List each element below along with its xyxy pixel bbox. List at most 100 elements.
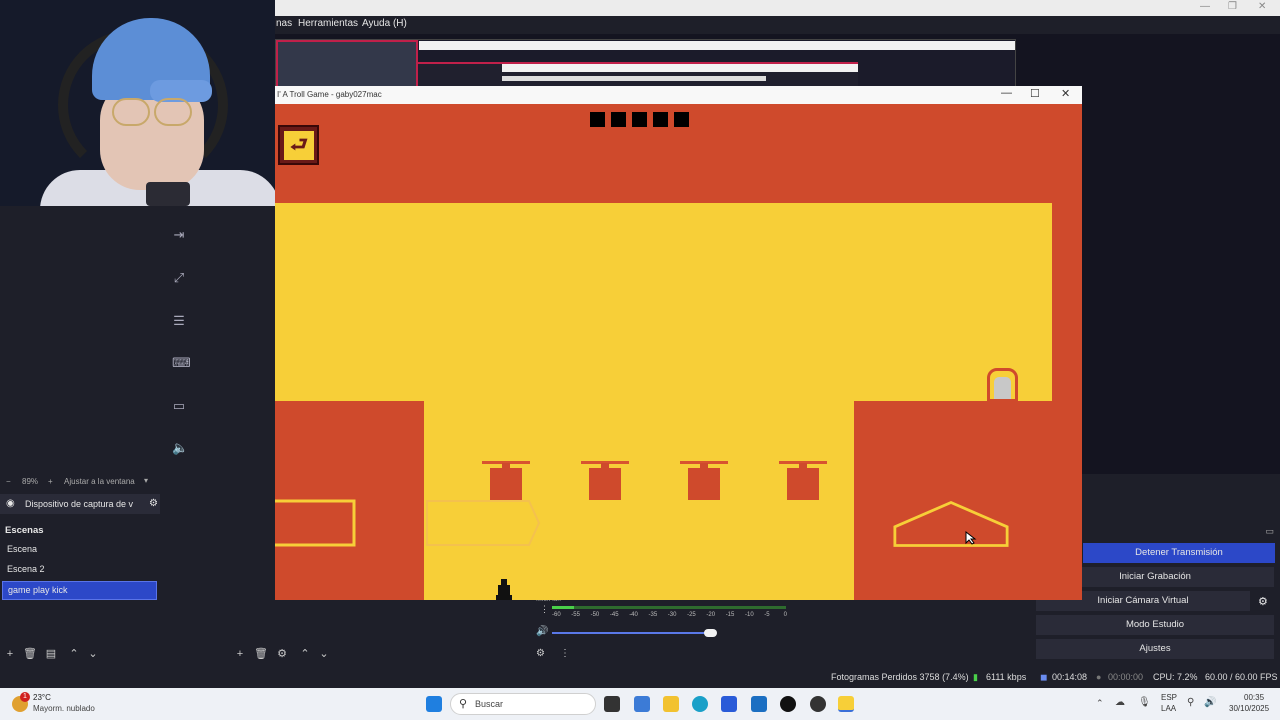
clock-time[interactable]: 00:35 <box>1244 693 1264 702</box>
game-app-icon[interactable] <box>838 696 854 712</box>
meter-tick-label: -20 <box>706 612 716 618</box>
game-canvas[interactable]: ⮐ <box>275 104 1082 600</box>
add-source-icon[interactable]: + <box>234 648 246 660</box>
game-minimize-icon[interactable]: — <box>1001 87 1012 99</box>
scene-item[interactable]: Escena <box>2 541 157 560</box>
signal-icon: ▮ <box>973 672 978 682</box>
obs-icon[interactable] <box>810 696 826 712</box>
mixer-menu-icon[interactable]: ⋮ <box>560 648 570 659</box>
edge-icon[interactable] <box>692 696 708 712</box>
jump-button[interactable] <box>893 499 1009 549</box>
show-hidden-icons-icon[interactable]: ⌃ <box>1096 698 1104 709</box>
meter-tick-label: -30 <box>667 612 677 618</box>
game-window[interactable]: I' A Troll Game - gaby027mac — ☐ ✕ ⮐ <box>275 86 1082 600</box>
scene-item-active[interactable]: game play kick <box>2 581 157 600</box>
lang-bottom[interactable]: LAA <box>1161 704 1176 713</box>
exit-fullscreen-icon[interactable]: ⇥ <box>172 228 186 242</box>
source-settings-icon[interactable]: ⚙ <box>276 648 288 660</box>
expand-icon[interactable]: ⤢ <box>172 271 186 285</box>
settings-button[interactable]: Ajustes <box>1036 639 1274 659</box>
minimize-icon[interactable]: — <box>1200 1 1210 12</box>
zoom-in-icon[interactable]: + <box>48 477 53 486</box>
volume-slider-track[interactable] <box>552 632 712 634</box>
speaker-icon[interactable]: 🔊 <box>536 626 548 637</box>
weather-desc: Mayorm. nublado <box>33 704 95 713</box>
recursive-webcam-thumb <box>276 40 418 89</box>
stop-stream-button[interactable]: Detener Transmisión <box>1083 543 1275 563</box>
volume-icon[interactable]: 🔈 <box>172 441 188 455</box>
add-scene-icon[interactable]: + <box>4 648 16 660</box>
volume-slider-handle[interactable] <box>704 629 717 637</box>
game-maximize-icon[interactable]: ☐ <box>1030 87 1040 100</box>
task-view-icon[interactable] <box>604 696 620 712</box>
left-move-button[interactable] <box>275 499 358 549</box>
game-window-title: I' A Troll Game - gaby027mac <box>277 90 382 99</box>
status-bar: Fotogramas Perdidos 3758 (7.4%) ▮ 6111 k… <box>0 669 1280 686</box>
clock-date[interactable]: 30/10/2025 <box>1229 704 1269 713</box>
sliders-icon[interactable]: ☰ <box>172 314 186 328</box>
search-placeholder: Buscar <box>475 699 504 709</box>
scene-item[interactable]: Escena 2 <box>2 561 157 580</box>
cloud-icon[interactable]: ☁ <box>1115 697 1125 708</box>
game-window-title-bar[interactable]: I' A Troll Game - gaby027mac — ☐ ✕ <box>275 86 1082 104</box>
fit-window-label[interactable]: Ajustar a la ventana <box>64 477 135 486</box>
life-square <box>653 112 668 127</box>
meter-tick-label: -55 <box>571 612 580 618</box>
webcam-feed <box>0 0 275 206</box>
search-icon: ⚲ <box>459 698 468 710</box>
game-close-icon[interactable]: ✕ <box>1061 87 1070 100</box>
zoom-out-icon[interactable]: − <box>6 477 11 486</box>
copilot-icon[interactable] <box>634 696 650 712</box>
source-bar[interactable]: ◉ Dispositivo de captura de v ⚙ <box>0 494 160 514</box>
taskbar-search[interactable]: ⚲ Buscar <box>450 693 596 715</box>
mic-icon[interactable]: 🎙 <box>1138 697 1151 708</box>
right-move-button[interactable] <box>425 499 541 549</box>
scenes-header: Escenas <box>0 522 160 540</box>
recursive-menu-bar-2 <box>502 76 766 81</box>
maximize-icon[interactable]: ❐ <box>1228 1 1237 12</box>
webcam-glasses-right <box>154 98 192 126</box>
life-square <box>611 112 626 127</box>
tiktok-icon[interactable] <box>780 696 796 712</box>
studio-mode-button[interactable]: Modo Estudio <box>1036 615 1274 635</box>
lang-top[interactable]: ESP <box>1161 693 1177 702</box>
life-square <box>590 112 605 127</box>
record-time: 00:00:00 <box>1108 672 1144 682</box>
menu-tools[interactable]: Herramientas <box>298 18 358 29</box>
menu-help[interactable]: Ayuda (H) <box>362 18 407 29</box>
back-button[interactable]: ⮐ <box>278 125 319 165</box>
webcam-glasses-left <box>112 98 150 126</box>
meter-tick-label: -45 <box>609 612 619 618</box>
remove-source-icon[interactable]: 🗑 <box>254 648 268 660</box>
mixer-settings-icon[interactable]: ⚙ <box>536 648 545 659</box>
source-up-icon[interactable]: ⌃ <box>299 648 311 660</box>
chevron-down-icon[interactable]: ▾ <box>144 476 148 485</box>
meter-tick-label: -25 <box>687 612 696 618</box>
speaker-taskbar-icon[interactable]: 🔊 <box>1204 697 1216 708</box>
dock-float-icon[interactable]: ▭ <box>1265 526 1274 537</box>
filter-icon[interactable]: ▤ <box>45 648 57 660</box>
outlook-icon[interactable] <box>751 696 767 712</box>
meter-tick-label: -10 <box>745 612 754 618</box>
hanging-block <box>581 461 629 501</box>
tag-icon[interactable]: ▭ <box>172 399 186 413</box>
source-down-icon[interactable]: ⌄ <box>318 648 330 660</box>
gear-icon[interactable]: ⚙ <box>149 498 158 509</box>
file-explorer-icon[interactable] <box>663 696 679 712</box>
keyboard-icon[interactable]: ⌨ <box>172 356 191 370</box>
store-icon[interactable] <box>721 696 737 712</box>
remove-scene-icon[interactable]: 🗑 <box>23 648 37 660</box>
menu-scenes[interactable]: nas <box>276 18 292 29</box>
mouse-cursor-icon <box>965 531 977 545</box>
level-meter-fill <box>552 606 574 609</box>
mixer-dots-icon[interactable]: ⋮ <box>540 604 549 615</box>
virtual-camera-gear-icon[interactable]: ⚙ <box>1258 595 1268 608</box>
meter-tick-label: -40 <box>629 612 638 618</box>
move-down-icon[interactable]: ⌄ <box>87 648 99 660</box>
close-icon[interactable]: ✕ <box>1258 1 1266 12</box>
stream-time: 00:14:08 <box>1052 672 1088 682</box>
network-icon[interactable]: ⚲ <box>1187 697 1194 708</box>
move-up-icon[interactable]: ⌃ <box>68 648 80 660</box>
notification-badge: 1 <box>20 692 30 702</box>
windows-start-icon[interactable] <box>426 696 442 712</box>
